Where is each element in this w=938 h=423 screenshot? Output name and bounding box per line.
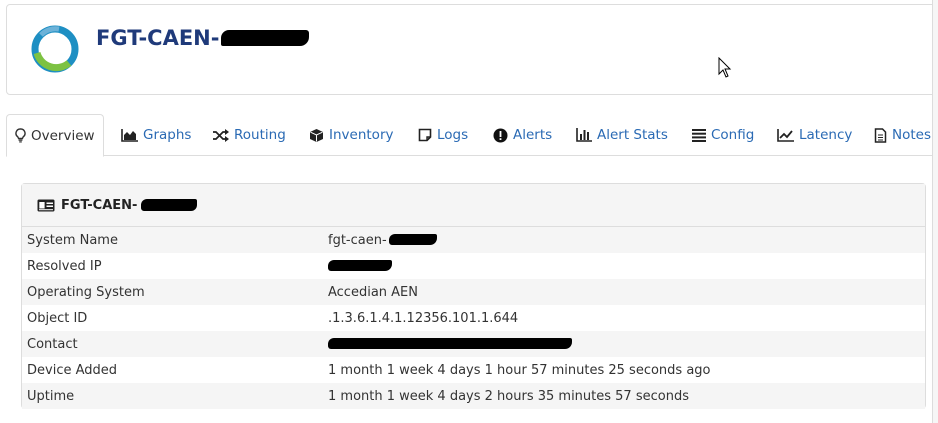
tab-label: Notes xyxy=(892,127,931,143)
tab-graphs[interactable]: Graphs xyxy=(121,114,191,156)
tab-latency[interactable]: Latency xyxy=(777,114,852,156)
area-chart-icon xyxy=(121,128,138,142)
redaction-mark xyxy=(328,259,392,271)
device-logo-icon xyxy=(31,25,79,73)
table-row: Device Added 1 month 1 week 4 days 1 hou… xyxy=(22,357,925,383)
scrollbar[interactable] xyxy=(932,0,938,423)
tab-alerts[interactable]: Alerts xyxy=(493,114,552,156)
table-row: Object ID .1.3.6.1.4.1.12356.101.1.644 xyxy=(22,305,925,331)
tab-label: Graphs xyxy=(143,127,192,143)
sticky-note-icon xyxy=(418,128,432,142)
tab-label: Overview xyxy=(31,127,95,144)
tab-label: Alerts xyxy=(513,127,553,143)
tab-label: Routing xyxy=(234,127,286,143)
tab-label: Config xyxy=(711,127,755,143)
tab-config[interactable]: Config xyxy=(692,114,754,156)
row-label: System Name xyxy=(27,232,118,248)
tab-label: Alert Stats xyxy=(597,127,668,143)
overview-card: FGT-CAEN- System Name fgt-caen- Resolved… xyxy=(21,183,926,409)
card-header: FGT-CAEN- xyxy=(22,184,925,227)
file-text-icon xyxy=(874,127,887,143)
row-label: Device Added xyxy=(27,362,118,378)
tab-notes[interactable]: Notes xyxy=(874,114,931,156)
device-tabs: Overview Graphs Routing Inventory Logs A… xyxy=(6,114,932,157)
tab-label: Latency xyxy=(799,127,853,143)
redaction-mark xyxy=(328,337,572,349)
table-row: System Name fgt-caen- xyxy=(22,227,925,253)
table-row: Uptime 1 month 1 week 4 days 2 hours 35 … xyxy=(22,383,925,409)
row-value: .1.3.6.1.4.1.12356.101.1.644 xyxy=(328,310,519,326)
device-title-text: FGT-CAEN- xyxy=(96,26,220,50)
bar-chart-icon xyxy=(576,128,592,142)
align-justify-icon xyxy=(692,128,706,142)
mouse-cursor-icon xyxy=(718,57,732,78)
card-title: FGT-CAEN- xyxy=(61,197,138,213)
row-value: 1 month 1 week 4 days 2 hours 35 minutes… xyxy=(328,388,689,404)
exclamation-circle-icon xyxy=(493,128,508,142)
cube-icon xyxy=(310,128,323,142)
tab-overview[interactable]: Overview xyxy=(6,114,104,157)
lightbulb-icon xyxy=(15,128,26,143)
tab-logs[interactable]: Logs xyxy=(418,114,468,156)
row-label: Operating System xyxy=(27,284,145,300)
redaction-mark xyxy=(221,30,310,46)
overview-table: System Name fgt-caen- Resolved IP Operat… xyxy=(22,227,925,409)
device-header: FGT-CAEN- xyxy=(6,4,938,95)
row-label: Resolved IP xyxy=(27,258,102,274)
tab-label: Logs xyxy=(437,127,469,143)
tab-label: Inventory xyxy=(329,127,394,143)
row-value: fgt-caen- xyxy=(328,233,925,248)
tab-routing[interactable]: Routing xyxy=(212,114,286,156)
table-row: Resolved IP xyxy=(22,253,925,279)
row-label: Contact xyxy=(27,336,78,352)
table-row: Operating System Accedian AEN xyxy=(22,279,925,305)
row-value: Accedian AEN xyxy=(328,284,418,300)
device-title[interactable]: FGT-CAEN- xyxy=(96,26,310,50)
shuffle-icon xyxy=(213,128,229,142)
system-name-value: fgt-caen- xyxy=(328,232,387,248)
row-value xyxy=(328,337,925,352)
redaction-mark xyxy=(141,199,198,211)
redaction-mark xyxy=(388,233,437,245)
table-row: Contact xyxy=(22,331,925,357)
row-label: Uptime xyxy=(27,388,75,404)
row-label: Object ID xyxy=(27,310,88,326)
row-value xyxy=(328,259,925,274)
id-card-icon xyxy=(37,199,55,211)
row-value: 1 month 1 week 4 days 1 hour 57 minutes … xyxy=(328,362,711,378)
tab-inventory[interactable]: Inventory xyxy=(309,114,393,156)
tab-alert-stats[interactable]: Alert Stats xyxy=(576,114,668,156)
line-chart-icon xyxy=(777,128,794,142)
